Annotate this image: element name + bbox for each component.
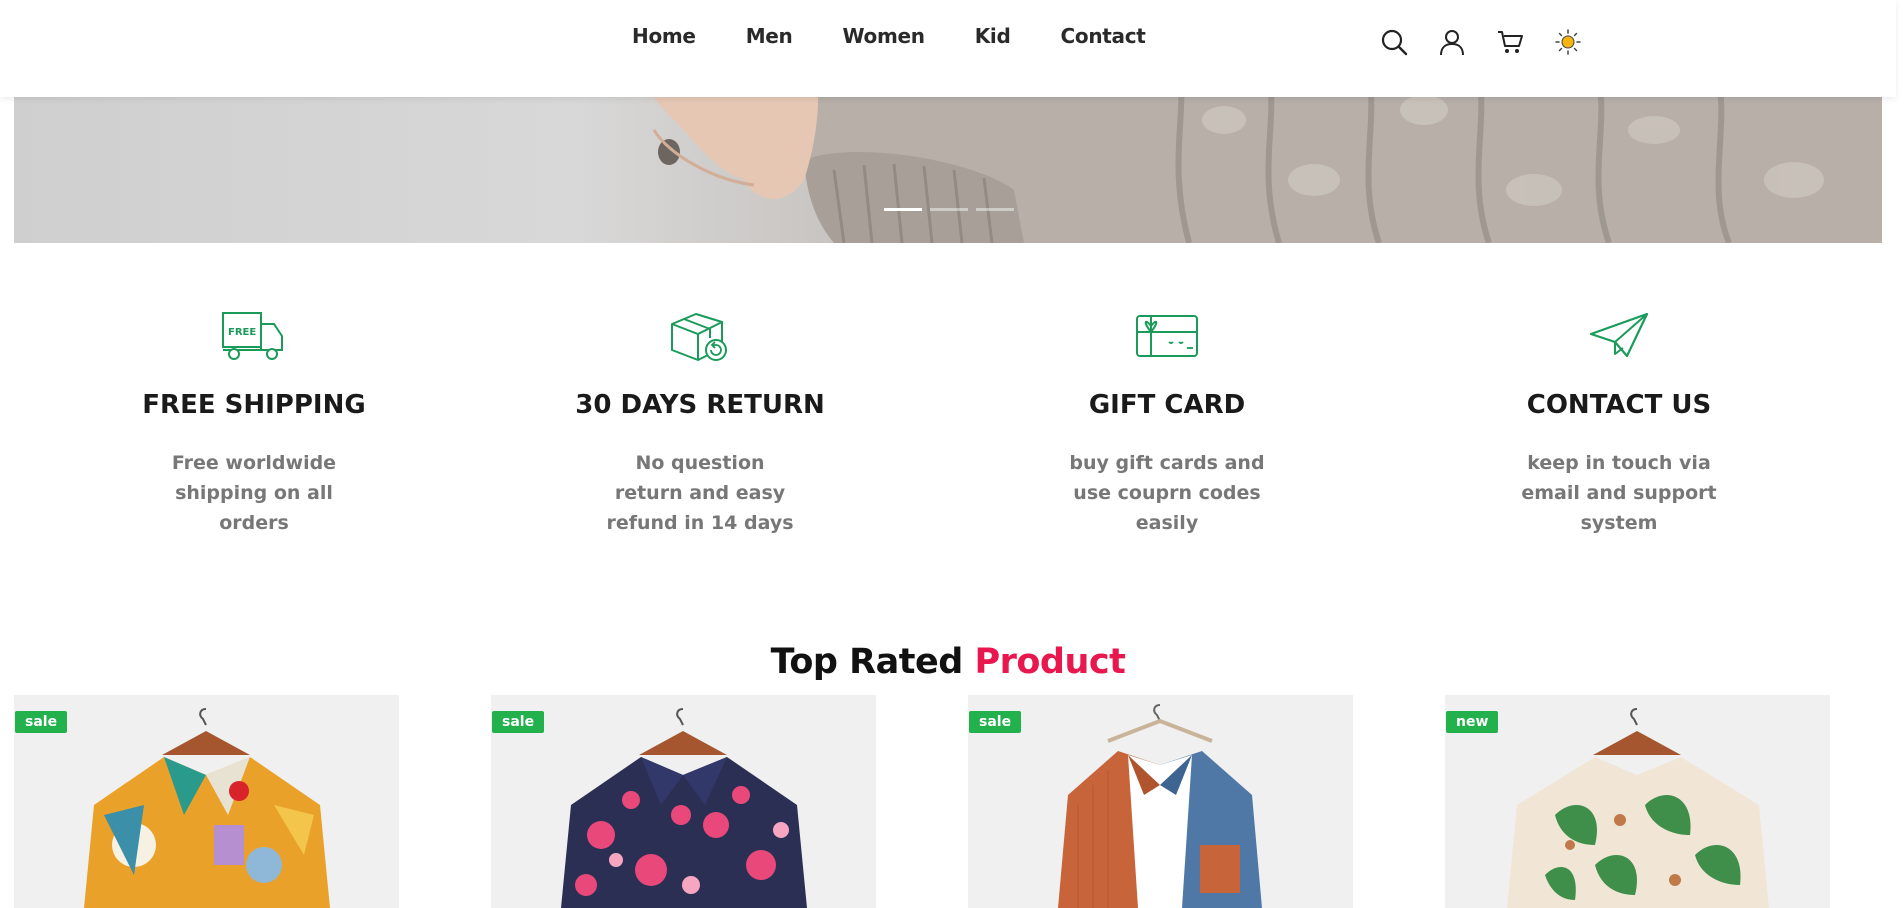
feature-gift-card: GIFT CARD buy gift cards and use couprn … <box>1017 308 1317 538</box>
svg-text:FREE: FREE <box>228 327 256 338</box>
box-return-icon <box>671 313 727 361</box>
gift-card-icon <box>1136 315 1198 357</box>
product-badge: new <box>1446 711 1499 733</box>
user-icon[interactable] <box>1438 28 1466 56</box>
free-truck-icon: FREE <box>222 312 283 360</box>
header-icons <box>1380 28 1582 56</box>
nav-women[interactable]: Women <box>843 24 926 48</box>
feature-free-shipping: FREE FREE SHIPPING Free worldwide shippi… <box>104 308 404 538</box>
feature-title: FREE SHIPPING <box>142 390 366 420</box>
feature-text: buy gift cards and use couprn codes easi… <box>1069 452 1265 534</box>
slider-dot-1[interactable] <box>884 208 922 211</box>
product-badge: sale <box>492 711 545 733</box>
slider-dots <box>884 208 1014 211</box>
feature-title: GIFT CARD <box>1088 390 1246 420</box>
product-card[interactable]: sale <box>491 695 876 908</box>
feature-30-days-return: 30 DAYS RETURN No question return and ea… <box>550 308 850 538</box>
product-image <box>491 695 876 908</box>
search-icon[interactable] <box>1380 28 1408 56</box>
product-card[interactable]: sale <box>14 695 399 908</box>
slider-dot-3[interactable] <box>976 208 1014 211</box>
product-card[interactable]: sale <box>968 695 1353 908</box>
nav-contact[interactable]: Contact <box>1061 24 1146 48</box>
nav-home[interactable]: Home <box>632 24 696 48</box>
page: Home Men Women Kid Contact FREE FREE SHI… <box>0 0 1904 908</box>
product-badge: sale <box>969 711 1022 733</box>
feature-text: keep in touch via email and support syst… <box>1521 452 1717 534</box>
paper-plane-icon <box>1589 312 1649 358</box>
nav-men[interactable]: Men <box>746 24 793 48</box>
section-title-accent: Product <box>974 642 1126 682</box>
product-image <box>968 695 1353 908</box>
feature-text: No question return and easy refund in 14… <box>606 452 794 534</box>
cart-icon[interactable] <box>1496 28 1524 56</box>
product-badge: sale <box>15 711 68 733</box>
site-header: Home Men Women Kid Contact <box>0 0 1896 97</box>
product-card[interactable]: new <box>1445 695 1830 908</box>
feature-title: 30 DAYS RETURN <box>575 390 825 420</box>
slider-dot-2[interactable] <box>930 208 968 211</box>
feature-contact-us: CONTACT US keep in touch via email and s… <box>1469 308 1769 538</box>
main-nav: Home Men Women Kid Contact <box>632 24 1196 48</box>
product-image <box>14 695 399 908</box>
section-title: Top Rated Product <box>0 642 1896 682</box>
feature-text: Free worldwide shipping on all orders <box>171 452 337 534</box>
section-title-main: Top Rated <box>770 642 964 682</box>
feature-title: CONTACT US <box>1526 390 1712 420</box>
nav-kid[interactable]: Kid <box>975 24 1011 48</box>
sun-icon[interactable] <box>1554 28 1582 56</box>
product-image <box>1445 695 1830 908</box>
